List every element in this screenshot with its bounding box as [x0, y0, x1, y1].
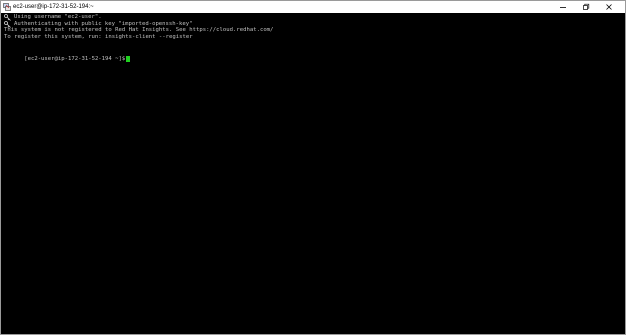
terminal-window: ec2-user@ip-172-31-52-194:~ Using userna… [0, 0, 626, 335]
window-title: ec2-user@ip-172-31-52-194:~ [13, 4, 94, 10]
minimize-icon [560, 7, 566, 8]
shell-prompt: [ec2-user@ip-172-31-52-194 ~]$ [24, 55, 126, 62]
putty-icon[interactable] [3, 3, 11, 11]
shell-prompt-line[interactable]: [ec2-user@ip-172-31-52-194 ~]$ [4, 49, 131, 69]
terminal-line: To register this system, run: insights-c… [4, 33, 193, 40]
text-cursor [126, 55, 131, 62]
title-bar[interactable]: ec2-user@ip-172-31-52-194:~ [1, 1, 625, 13]
minimize-button[interactable] [553, 1, 573, 13]
maximize-icon [583, 3, 590, 10]
maximize-button[interactable] [576, 1, 596, 13]
terminal-output[interactable]: Using username "ec2-user". Authenticatin… [1, 13, 625, 334]
close-icon [606, 4, 612, 10]
close-button[interactable] [599, 1, 619, 13]
